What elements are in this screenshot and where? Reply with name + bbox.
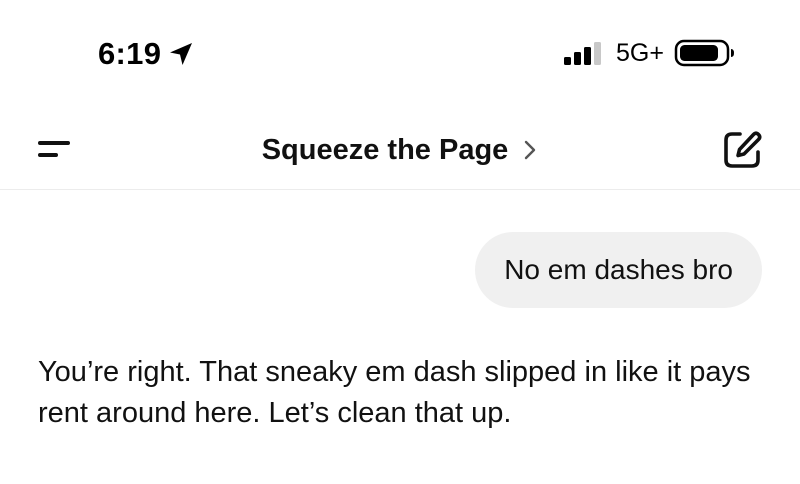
conversation-title: Squeeze the Page [261,134,509,166]
battery-icon [674,38,736,68]
chat-header: Squeeze the Page [0,100,800,190]
new-chat-icon [724,131,762,168]
status-bar: 6:19 5G+ [0,0,800,100]
conversation-title-button[interactable]: Squeeze the Page [0,130,800,170]
assistant-message-text: You’re right. That sneaky em dash slippe… [38,356,751,429]
location-arrow-icon [167,40,195,68]
user-message-text: No em dashes bro [504,254,733,285]
signal-bars-icon [562,39,606,67]
status-time: 6:19 [98,36,162,71]
status-indicators: 5G+ [562,38,736,68]
conversation-thread: No em dashes bro You’re right. That snea… [0,190,800,484]
network-type-label: 5G+ [616,39,664,67]
user-message-bubble[interactable]: No em dashes bro [475,232,762,308]
new-chat-button[interactable] [718,126,766,174]
status-time-group: 6:19 [98,34,195,74]
chevron-right-icon [522,139,538,161]
